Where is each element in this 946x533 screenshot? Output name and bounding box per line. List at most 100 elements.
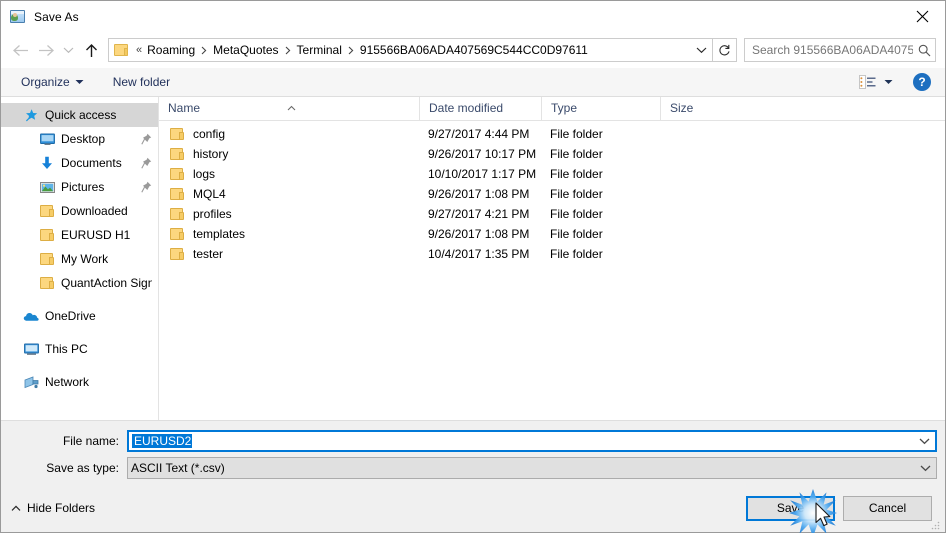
sidebar-item-label: My Work: [61, 252, 109, 266]
breadcrumb-chevron-icon[interactable]: [345, 46, 357, 55]
back-button[interactable]: [7, 37, 33, 63]
chevron-down-icon: [920, 465, 930, 472]
file-name-label: MQL4: [193, 187, 226, 201]
sidebar-item-network[interactable]: Network: [1, 370, 158, 394]
sidebar-item-label: Documents: [61, 156, 122, 170]
column-header-date-modified[interactable]: Date modified: [419, 97, 541, 120]
column-headers: Name Date modified Type Size: [159, 97, 945, 121]
folder-icon: [39, 227, 55, 243]
save-as-type-dropdown-button[interactable]: [914, 464, 936, 472]
help-button[interactable]: ?: [913, 73, 931, 91]
file-date-cell: 10/10/2017 1:17 PM: [428, 167, 537, 181]
save-button[interactable]: Save: [746, 495, 835, 521]
sidebar-item-onedrive[interactable]: OneDrive: [1, 304, 158, 328]
search-input[interactable]: Search 915566BA06ADA40756...: [744, 38, 936, 62]
pin-icon[interactable]: [137, 181, 152, 193]
dialog-footer: Hide Folders Save Cancel: [1, 484, 945, 532]
sidebar-item-label: OneDrive: [45, 309, 96, 323]
up-button[interactable]: [78, 37, 104, 63]
sidebar-item-documents[interactable]: Documents: [1, 151, 158, 175]
recent-locations-button[interactable]: [59, 37, 78, 63]
file-name-label: tester: [193, 247, 224, 261]
file-name-input[interactable]: EURUSD2: [127, 430, 937, 452]
cancel-button[interactable]: Cancel: [843, 495, 932, 521]
breadcrumb-item-metaquotes[interactable]: MetaQuotes: [210, 39, 281, 61]
table-row[interactable]: config 9/27/2017 4:44 PM File folder: [159, 124, 945, 144]
save-as-window-icon: [10, 9, 26, 25]
save-as-type-select[interactable]: ASCII Text (*.csv): [127, 457, 937, 479]
table-row[interactable]: profiles 9/27/2017 4:21 PM File folder: [159, 204, 945, 224]
command-toolbar: Organize New folder ?: [1, 68, 945, 97]
file-date-cell: 9/27/2017 4:44 PM: [428, 127, 530, 141]
table-row[interactable]: tester 10/4/2017 1:35 PM File folder: [159, 244, 945, 264]
resize-grip-icon[interactable]: [930, 518, 941, 530]
address-dropdown-button[interactable]: [690, 39, 712, 61]
sidebar-item-quantaction-signal[interactable]: QuantAction Signal: [1, 271, 158, 295]
forward-button[interactable]: [33, 37, 59, 63]
file-name-cell: tester: [159, 244, 419, 264]
breadcrumb-item-roaming[interactable]: Roaming: [144, 39, 198, 61]
breadcrumb-overflow[interactable]: «: [134, 39, 144, 61]
sidebar-item-label: Network: [45, 375, 90, 389]
arrow-right-icon: [38, 44, 54, 56]
folder-icon: [170, 147, 185, 161]
file-type-cell: File folder: [550, 167, 603, 181]
breadcrumb-item-terminal[interactable]: Terminal: [294, 39, 345, 61]
refresh-button[interactable]: [713, 38, 737, 62]
save-form: File name: EURUSD2 Save as type: ASCII T…: [1, 421, 945, 484]
documents-icon: [39, 155, 55, 171]
column-header-label: Name: [168, 101, 201, 115]
table-row[interactable]: history 9/26/2017 10:17 PM File folder: [159, 144, 945, 164]
folder-icon: [170, 127, 185, 141]
hide-folders-button[interactable]: Hide Folders: [11, 501, 95, 515]
table-row[interactable]: MQL4 9/26/2017 1:08 PM File folder: [159, 184, 945, 204]
file-type-cell: File folder: [550, 207, 603, 221]
folder-icon: [39, 275, 55, 291]
sidebar-item-downloaded[interactable]: Downloaded: [1, 199, 158, 223]
file-name-cell: profiles: [159, 204, 419, 224]
file-date-cell: 9/26/2017 1:08 PM: [428, 187, 530, 201]
search-placeholder: Search 915566BA06ADA40756...: [752, 43, 913, 57]
file-name-cell: config: [159, 124, 419, 144]
chevron-down-icon: [919, 438, 929, 445]
search-icon: [913, 44, 935, 57]
file-name-dropdown-button[interactable]: [913, 437, 935, 445]
chevron-down-icon: [63, 47, 74, 54]
new-folder-button[interactable]: New folder: [107, 71, 176, 93]
organize-button[interactable]: Organize: [15, 71, 90, 93]
breadcrumb-item-terminal-id[interactable]: 915566BA06ADA407569C544CC0D97611: [357, 39, 591, 61]
file-name-cell: history: [159, 144, 419, 164]
sidebar-item-label: EURUSD H1: [61, 228, 131, 242]
pin-icon[interactable]: [137, 133, 152, 145]
organize-label: Organize: [21, 75, 70, 89]
sidebar-item-label: Desktop: [61, 132, 106, 146]
sidebar-item-pictures[interactable]: Pictures: [1, 175, 158, 199]
table-row[interactable]: templates 9/26/2017 1:08 PM File folder: [159, 224, 945, 244]
file-type-cell: File folder: [550, 147, 603, 161]
file-name-label: templates: [193, 227, 246, 241]
breadcrumb-chevron-icon[interactable]: [198, 46, 210, 55]
folder-icon: [39, 251, 55, 267]
folder-icon: [39, 203, 55, 219]
breadcrumb-chevron-icon[interactable]: [282, 46, 294, 55]
column-header-size[interactable]: Size: [660, 97, 741, 120]
table-row[interactable]: logs 10/10/2017 1:17 PM File folder: [159, 164, 945, 184]
onedrive-icon: [23, 308, 39, 324]
close-button[interactable]: [899, 1, 945, 32]
arrow-up-icon: [85, 43, 97, 57]
column-header-name[interactable]: Name: [159, 97, 419, 120]
sidebar-item-my-work[interactable]: My Work: [1, 247, 158, 271]
view-mode-button[interactable]: [855, 71, 897, 93]
sidebar-item-eurusd-h1[interactable]: EURUSD H1: [1, 223, 158, 247]
sidebar-item-desktop[interactable]: Desktop: [1, 127, 158, 151]
sidebar-item-quick-access[interactable]: Quick access: [1, 103, 158, 127]
pin-icon[interactable]: [137, 157, 152, 169]
address-bar[interactable]: « Roaming MetaQuotes Terminal 915566BA06…: [108, 38, 713, 62]
column-header-label: Type: [551, 101, 578, 115]
sidebar-item-this-pc[interactable]: This PC: [1, 337, 158, 361]
column-header-label: Size: [670, 101, 694, 115]
window-title: Save As: [34, 9, 79, 24]
column-header-type[interactable]: Type: [541, 97, 660, 120]
